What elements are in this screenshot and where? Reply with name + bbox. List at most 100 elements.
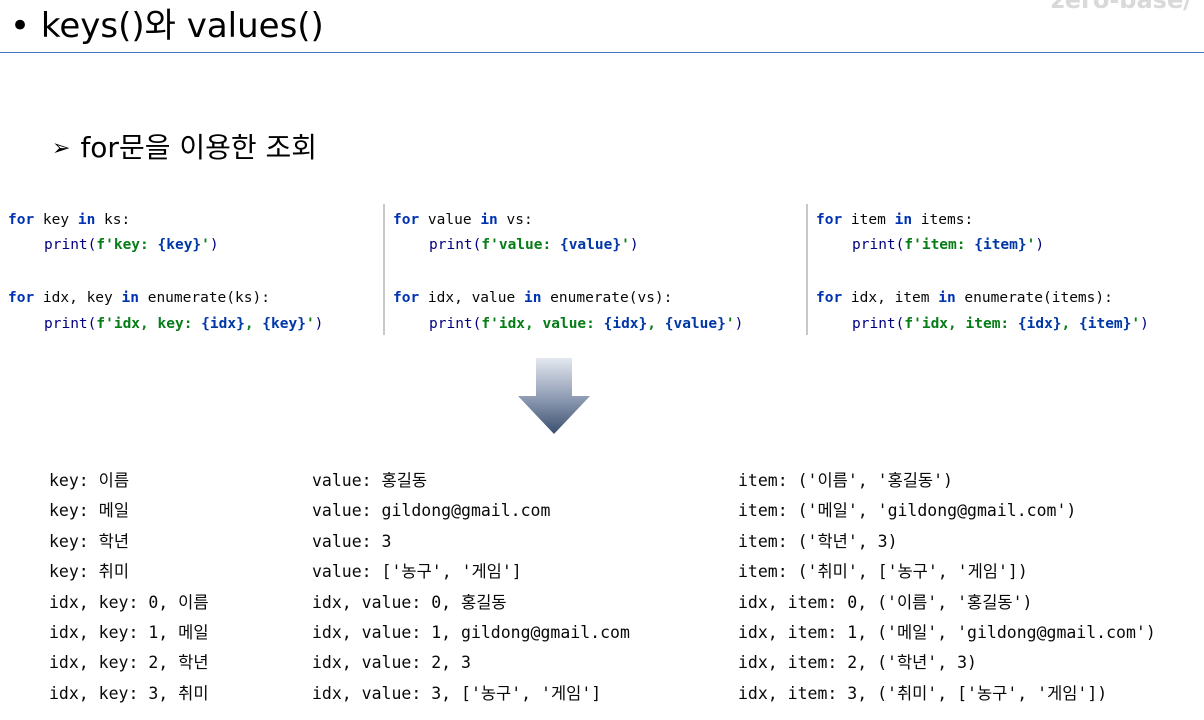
code-text: print( bbox=[852, 316, 905, 332]
interpolation: {item} bbox=[974, 237, 1027, 253]
code-text: print( bbox=[44, 237, 97, 253]
keyword: for bbox=[393, 290, 420, 306]
brand-logo-text: zero-base/ bbox=[1050, 0, 1192, 14]
code-text: ) bbox=[314, 316, 324, 332]
output-line: item: ('학년', 3) bbox=[738, 531, 898, 551]
code-text: enumerate(items): bbox=[955, 290, 1113, 306]
code-text: ) bbox=[1035, 237, 1045, 253]
output-line: key: 메일 bbox=[49, 501, 130, 521]
code-line: for item in items: bbox=[816, 210, 973, 230]
title-divider bbox=[0, 52, 1204, 53]
string-literal: f'idx, key: bbox=[96, 316, 202, 332]
output-line: idx, key: 3, 취미 bbox=[49, 683, 209, 703]
code-line: print(f'idx, key: {idx}, {key}') bbox=[8, 314, 323, 334]
code-text: print( bbox=[429, 316, 482, 332]
code-text: idx, item bbox=[842, 290, 939, 306]
code-line: print(f'idx, value: {idx}, {value}') bbox=[393, 314, 743, 334]
code-line: print(f'value: {value}') bbox=[393, 235, 639, 255]
output-line: idx, value: 2, 3 bbox=[312, 653, 471, 673]
keyword: in bbox=[121, 290, 139, 306]
output-line: idx, value: 1, gildong@gmail.com bbox=[312, 622, 630, 642]
string-literal: ' bbox=[621, 237, 630, 253]
interpolation: {idx} bbox=[1017, 316, 1062, 332]
output-line: value: 3 bbox=[312, 531, 392, 551]
output-line: key: 이름 bbox=[49, 471, 130, 490]
keyword: for bbox=[393, 212, 420, 228]
code-panel-items: for item in items: print(f'item: {item}'… bbox=[806, 204, 1204, 335]
string-literal: , bbox=[647, 316, 665, 332]
string-literal: ' bbox=[305, 316, 315, 332]
string-literal: , bbox=[244, 316, 263, 332]
keyword: in bbox=[523, 290, 542, 306]
interpolation: {idx} bbox=[603, 316, 648, 332]
output-line: idx, key: 2, 학년 bbox=[49, 653, 209, 673]
output-keys: key: 이름 key: 메일 key: 학년 key: 취미 idx, key… bbox=[49, 466, 209, 709]
code-line: print(f'idx, item: {idx}, {item}') bbox=[816, 314, 1149, 334]
code-line: for key in ks: bbox=[8, 210, 130, 230]
output-line: idx, value: 3, ['농구', '게임'] bbox=[312, 683, 602, 703]
string-literal: ' bbox=[1131, 316, 1141, 332]
output-line: value: 홍길동 bbox=[312, 471, 428, 490]
down-arrow-icon bbox=[518, 358, 590, 434]
code-text: ) bbox=[734, 316, 744, 332]
output-line: item: ('메일', 'gildong@gmail.com') bbox=[738, 501, 1077, 521]
output-line: idx, item: 3, ('취미', ['농구', '게임']) bbox=[738, 683, 1108, 703]
string-literal: ' bbox=[725, 316, 735, 332]
code-line: for idx, key in enumerate(ks): bbox=[8, 288, 270, 308]
string-literal: ' bbox=[201, 237, 210, 253]
output-line: idx, item: 0, ('이름', '홍길동') bbox=[738, 592, 1033, 612]
string-literal: f'idx, item: bbox=[904, 316, 1018, 332]
code-text: print( bbox=[429, 237, 482, 253]
code-text: ) bbox=[1140, 316, 1149, 332]
interpolation: {idx} bbox=[201, 316, 245, 332]
code-text: ) bbox=[629, 237, 639, 253]
output-line: idx, item: 1, ('메일', 'gildong@gmail.com'… bbox=[738, 622, 1156, 642]
string-literal: f'value: bbox=[481, 237, 560, 253]
output-items: item: ('이름', '홍길동') item: ('메일', 'gildon… bbox=[738, 466, 1156, 709]
interpolation: {item} bbox=[1079, 316, 1132, 332]
code-panel-keys: for key in ks: print(f'key: {key}') for … bbox=[0, 204, 372, 335]
code-text: enumerate(ks): bbox=[138, 290, 270, 306]
interpolation: {key} bbox=[262, 316, 306, 332]
output-line: item: ('취미', ['농구', '게임']) bbox=[738, 562, 1028, 582]
output-line: idx, key: 1, 메일 bbox=[49, 622, 209, 642]
output-line: idx, item: 2, ('학년', 3) bbox=[738, 653, 977, 673]
section-heading: ➢ for문을 이용한 조회 bbox=[52, 128, 317, 171]
keyword: for bbox=[816, 212, 843, 228]
output-values: value: 홍길동 value: gildong@gmail.com valu… bbox=[312, 466, 630, 709]
keyword: for bbox=[816, 290, 843, 306]
code-text: idx, key bbox=[34, 290, 122, 306]
output-line: idx, value: 0, 홍길동 bbox=[312, 592, 507, 612]
code-text: enumerate(vs): bbox=[541, 290, 673, 306]
output-line: value: gildong@gmail.com bbox=[312, 501, 551, 521]
code-text: print( bbox=[852, 237, 905, 253]
code-text: items: bbox=[912, 212, 974, 228]
keyword: for bbox=[8, 290, 35, 306]
keyword: in bbox=[480, 212, 498, 228]
keyword: in bbox=[894, 212, 913, 228]
code-line: for value in vs: bbox=[393, 210, 533, 230]
string-literal: f'key: bbox=[96, 237, 158, 253]
code-text: item bbox=[842, 212, 895, 228]
output-line: idx, key: 0, 이름 bbox=[49, 592, 209, 612]
interpolation: {value} bbox=[664, 316, 726, 332]
code-text: key bbox=[34, 212, 78, 228]
code-line: for idx, item in enumerate(items): bbox=[816, 288, 1113, 308]
output-line: value: ['농구', '게임'] bbox=[312, 562, 522, 582]
keyword: in bbox=[938, 290, 956, 306]
arrow-bullet-icon: ➢ bbox=[52, 136, 71, 161]
code-line: print(f'item: {item}') bbox=[816, 235, 1044, 255]
code-text: print( bbox=[44, 316, 97, 332]
code-text: ) bbox=[209, 237, 219, 253]
code-text: ks: bbox=[95, 212, 131, 228]
keyword: in bbox=[77, 212, 96, 228]
code-text: value bbox=[419, 212, 481, 228]
interpolation: {key} bbox=[157, 237, 202, 253]
output-line: item: ('이름', '홍길동') bbox=[738, 471, 953, 490]
section-heading-text: for문을 이용한 조회 bbox=[80, 131, 318, 164]
code-line: print(f'key: {key}') bbox=[8, 235, 219, 255]
string-literal: f'item: bbox=[904, 237, 975, 253]
code-line: for idx, value in enumerate(vs): bbox=[393, 288, 672, 308]
page-title: • keys()와 values() bbox=[10, 6, 324, 46]
code-panel-values: for value in vs: print(f'value: {value}'… bbox=[383, 204, 779, 335]
